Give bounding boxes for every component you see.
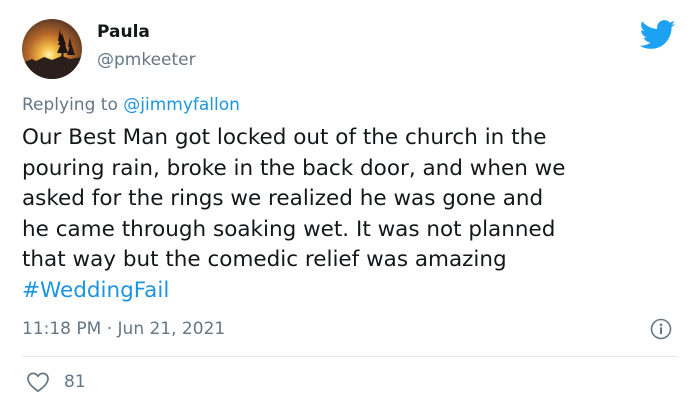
hashtag-link[interactable]: #WeddingFail [22, 276, 682, 307]
twitter-bird-icon[interactable] [639, 20, 676, 50]
user-handle[interactable]: @pmkeeter [97, 50, 196, 70]
display-name[interactable]: Paula [97, 22, 150, 42]
tweet-text-line: he came through soaking wet. It was not … [22, 216, 556, 242]
divider [22, 356, 678, 357]
avatar[interactable] [22, 19, 82, 79]
tweet-card: Paula @pmkeeter Replying to @jimmyfallon… [0, 0, 700, 411]
tweet-text-line: Our Best Man got locked out of the churc… [22, 125, 547, 150]
tweet-text-line: pouring rain, broke in the back door, an… [22, 155, 566, 181]
info-icon[interactable] [650, 318, 672, 340]
heart-icon[interactable] [26, 371, 50, 393]
tweet-text: Our Best Man got locked out of the churc… [22, 123, 682, 306]
like-count: 81 [64, 372, 86, 392]
reply-mention-link[interactable]: @jimmyfallon [123, 95, 240, 115]
tweet-timestamp[interactable]: 11:18 PM · Jun 21, 2021 [22, 319, 225, 339]
replying-to: Replying to @jimmyfallon [22, 95, 240, 115]
tweet-text-line: that way but the comedic relief was amaz… [22, 247, 507, 272]
replying-to-label: Replying to [22, 95, 124, 115]
tweet-text-line: asked for the rings we realized he was g… [22, 186, 544, 211]
